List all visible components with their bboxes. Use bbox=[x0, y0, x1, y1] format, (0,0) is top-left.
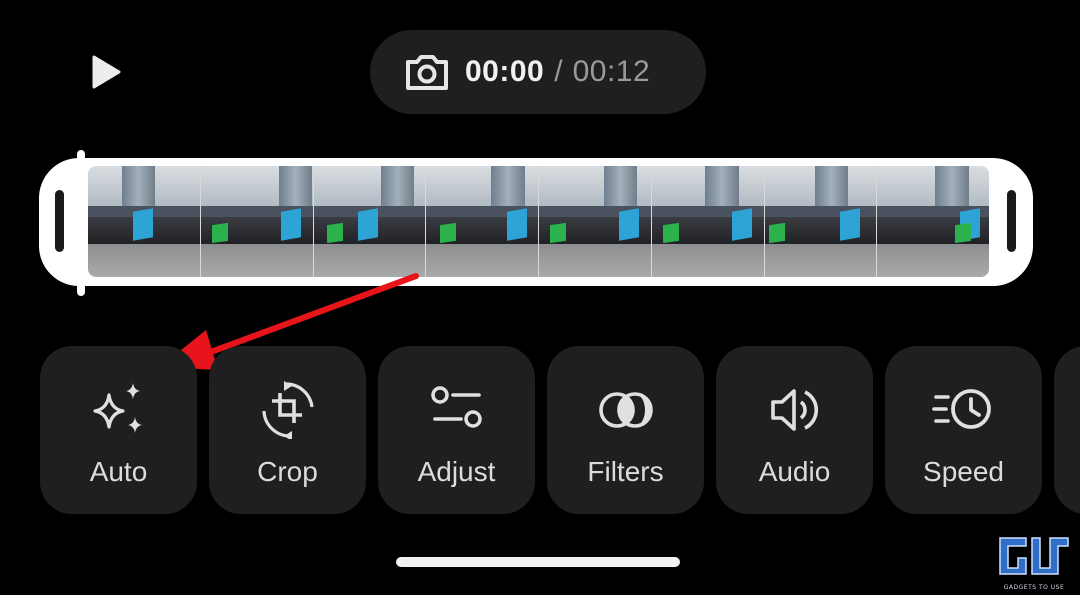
timeline-frame bbox=[764, 166, 878, 277]
total-duration: 00:12 bbox=[572, 55, 651, 88]
watermark-logo bbox=[999, 537, 1069, 575]
timeline-frame bbox=[200, 166, 314, 277]
playhead[interactable] bbox=[77, 150, 85, 296]
tool-filters[interactable]: Filters bbox=[547, 346, 704, 514]
current-time: 00:00 bbox=[465, 55, 545, 88]
watermark: GADGETS TO USE bbox=[996, 534, 1072, 591]
tool-speed[interactable]: Speed bbox=[885, 346, 1042, 514]
timeline-frame bbox=[88, 166, 201, 277]
adjust-sliders-icon bbox=[425, 382, 489, 438]
time-indicator: 00:00 / 00:12 bbox=[370, 30, 706, 114]
tool-adjust[interactable]: Adjust bbox=[378, 346, 535, 514]
sparkle-icon bbox=[87, 382, 151, 438]
timeline-frame bbox=[313, 166, 427, 277]
play-button[interactable] bbox=[84, 50, 128, 94]
play-icon bbox=[92, 55, 121, 89]
navigation-gesture-bar[interactable] bbox=[396, 557, 680, 567]
timeline-frame bbox=[426, 166, 539, 277]
camera-icon[interactable] bbox=[404, 48, 452, 96]
tool-audio[interactable]: Audio bbox=[716, 346, 873, 514]
timeline-frame bbox=[539, 166, 652, 277]
trim-handle-left[interactable] bbox=[55, 190, 64, 252]
timeline-frames bbox=[88, 166, 989, 277]
time-separator: / bbox=[554, 55, 563, 88]
timeline-frame bbox=[651, 166, 765, 277]
tool-label: Speed bbox=[923, 456, 1004, 487]
tool-crop[interactable]: Crop bbox=[209, 346, 366, 514]
speed-clock-icon bbox=[931, 382, 996, 438]
speaker-icon bbox=[763, 382, 827, 438]
timeline-trimmer[interactable] bbox=[39, 158, 1033, 286]
tool-label: Audio bbox=[758, 456, 831, 487]
tool-label: Filters bbox=[587, 456, 664, 487]
tool-label: Crop bbox=[257, 456, 318, 487]
tool-label: Auto bbox=[89, 456, 148, 487]
filters-icon bbox=[594, 382, 658, 438]
tool-more-partial[interactable] bbox=[1054, 346, 1080, 514]
watermark-text: GADGETS TO USE bbox=[1003, 584, 1065, 591]
tool-auto[interactable]: Auto bbox=[40, 346, 197, 514]
trim-handle-right[interactable] bbox=[1007, 190, 1016, 252]
crop-rotate-icon bbox=[256, 381, 320, 439]
timeline-frame bbox=[877, 166, 989, 277]
tool-label: Adjust bbox=[417, 456, 496, 487]
